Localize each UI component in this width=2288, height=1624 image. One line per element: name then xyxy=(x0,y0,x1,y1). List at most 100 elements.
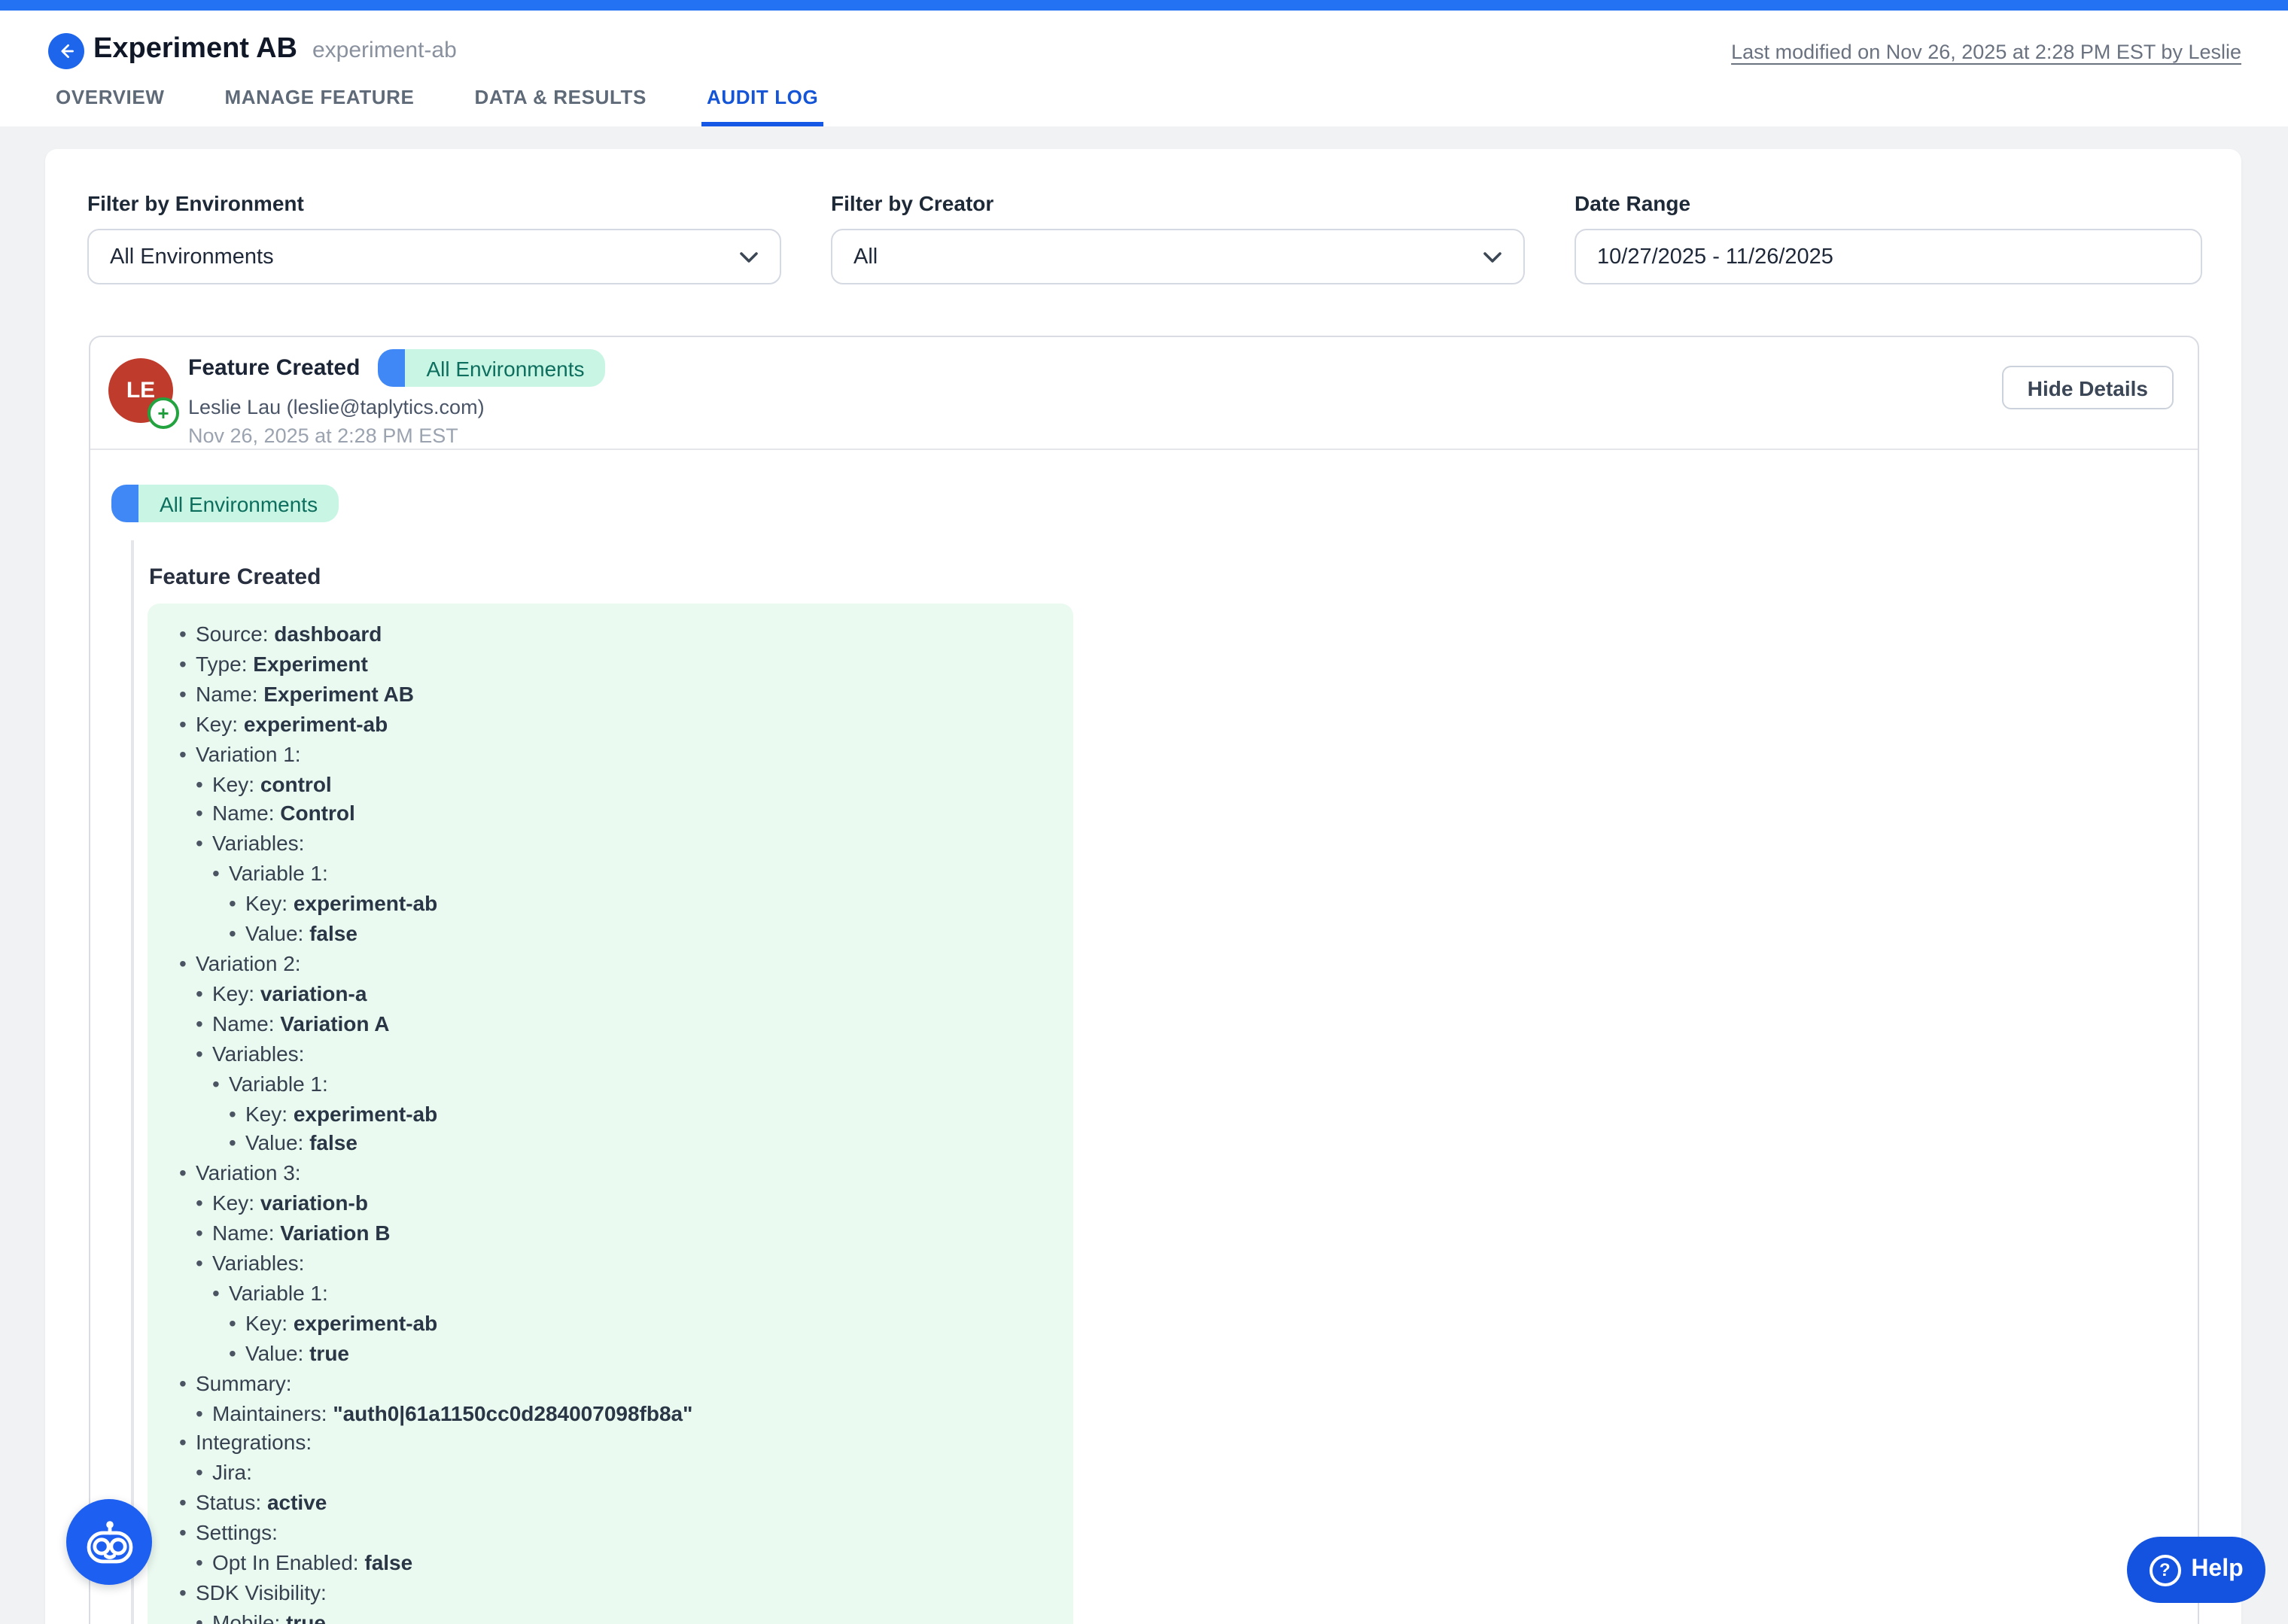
audit-list-item: Integrations:Jira: xyxy=(179,1429,1049,1489)
audit-item-label: Maintainers: xyxy=(212,1400,333,1425)
page-subtitle: experiment-ab xyxy=(312,38,457,63)
audit-list-item: Maintainers: "auth0|61a1150cc0d284007098… xyxy=(196,1399,1049,1429)
audit-item-value: false xyxy=(364,1550,412,1574)
audit-list-item: Value: false xyxy=(229,920,1049,950)
audit-sublist: Key: variation-bName: Variation BVariabl… xyxy=(196,1189,1049,1369)
top-accent-bar xyxy=(0,0,2288,11)
last-modified-link[interactable]: Last modified on Nov 26, 2025 at 2:28 PM… xyxy=(1731,41,2241,63)
audit-list-item: Jira: xyxy=(196,1459,1049,1489)
arrow-left-icon xyxy=(57,41,75,62)
audit-sublist: Variable 1:Key: experiment-abValue: true xyxy=(212,1279,1049,1369)
audit-item-value: experiment-ab xyxy=(294,1311,437,1335)
created-plus-icon: + xyxy=(148,397,179,429)
audit-list-item: Key: variation-a xyxy=(196,980,1049,1010)
tab-audit-log[interactable]: AUDIT LOG xyxy=(702,86,823,126)
audit-sublist: Key: experiment-ab Value: false xyxy=(229,890,1049,950)
audit-list-item: Variables:Variable 1:Key: experiment-abV… xyxy=(196,830,1049,950)
tab-overview[interactable]: OVERVIEW xyxy=(51,86,169,126)
help-button[interactable]: ? Help xyxy=(2127,1537,2265,1603)
audit-item-label: Value: xyxy=(245,1341,309,1365)
audit-list-item: Value: false xyxy=(229,1130,1049,1160)
filters-row: Filter by Environment All Environments F… xyxy=(45,149,2241,284)
audit-item-value: false xyxy=(309,921,358,945)
audit-list-item: Name: Experiment AB xyxy=(179,680,1049,710)
audit-item-value: control xyxy=(260,771,332,795)
environment-badge-notch xyxy=(111,485,138,522)
audit-list-item: Variable 1:Key: experiment-abValue: true xyxy=(212,1279,1049,1369)
audit-item-label: Key: xyxy=(245,1101,294,1125)
audit-list-item: SDK Visibility: Mobile: true xyxy=(179,1579,1049,1624)
title-row: Experiment AB experiment-ab xyxy=(93,33,457,66)
app-root: Experiment AB experiment-ab Last modifie… xyxy=(0,0,2288,1624)
audit-list-item: Settings: Opt In Enabled: false xyxy=(179,1519,1049,1579)
audit-item-value: variation-a xyxy=(260,981,367,1005)
entry-timestamp: Nov 26, 2025 at 2:28 PM EST xyxy=(188,424,2002,447)
audit-item-label: Summary: xyxy=(196,1370,292,1394)
audit-list-item: Status: active xyxy=(179,1489,1049,1519)
audit-list-item: Type: Experiment xyxy=(179,650,1049,680)
audit-item-label: Variation 2: xyxy=(196,951,301,975)
tab-manage-feature[interactable]: MANAGE FEATURE xyxy=(220,86,418,126)
environment-badge-notch xyxy=(378,349,405,387)
audit-log-panel: Filter by Environment All Environments F… xyxy=(45,149,2241,1624)
environment-select[interactable]: All Environments xyxy=(87,229,781,284)
audit-item-label: Key: xyxy=(212,771,260,795)
audit-item-label: Variation 1: xyxy=(196,741,301,765)
audit-list-item: Key: experiment-ab xyxy=(229,1099,1049,1130)
audit-item-value: true xyxy=(286,1610,326,1624)
audit-sublist: Variable 1:Key: experiment-abValue: fals… xyxy=(212,1069,1049,1159)
audit-item-label: SDK Visibility: xyxy=(196,1580,327,1604)
audit-sublist: Variable 1:Key: experiment-abValue: fals… xyxy=(212,860,1049,950)
date-range-input[interactable]: 10/27/2025 - 11/26/2025 xyxy=(1575,229,2202,284)
audit-item-label: Jira: xyxy=(212,1461,252,1485)
main-content: Filter by Environment All Environments F… xyxy=(0,126,2288,1624)
audit-sublist: Maintainers: "auth0|61a1150cc0d284007098… xyxy=(196,1399,1049,1429)
tab-bar: OVERVIEW MANAGE FEATURE DATA & RESULTS AUDI… xyxy=(51,86,823,126)
robot-icon xyxy=(84,1518,135,1566)
audit-entry-card: LE + Feature Created All Environments Le… xyxy=(89,336,2199,1624)
tab-data-results[interactable]: DATA & RESULTS xyxy=(470,86,651,126)
audit-item-value: dashboard xyxy=(274,622,382,646)
audit-item-value: experiment-ab xyxy=(294,891,437,915)
audit-item-label: Type: xyxy=(196,652,253,676)
audit-list-item: Variation 1:Key: controlName: ControlVar… xyxy=(179,740,1049,950)
filter-environment-label: Filter by Environment xyxy=(87,191,781,215)
audit-sublist: Key: variation-aName: Variation AVariabl… xyxy=(196,980,1049,1160)
audit-item-label: Key: xyxy=(196,711,244,735)
audit-item-label: Variables: xyxy=(212,1041,304,1065)
avatar: LE + xyxy=(108,358,173,423)
creator-select[interactable]: All xyxy=(831,229,1525,284)
audit-item-label: Mobile: xyxy=(212,1610,286,1624)
audit-list-item: Key: variation-b xyxy=(196,1189,1049,1219)
audit-item-label: Source: xyxy=(196,622,274,646)
audit-item-label: Settings: xyxy=(196,1520,278,1544)
audit-sublist: Key: control Name: ControlVariables:Varia… xyxy=(196,770,1049,950)
audit-item-value: variation-b xyxy=(260,1191,368,1215)
audit-list-item: Variable 1:Key: experiment-abValue: fals… xyxy=(212,860,1049,950)
audit-list-item: Value: true xyxy=(229,1340,1049,1370)
page-title: Experiment AB xyxy=(93,33,297,66)
audit-sublist: Mobile: true xyxy=(196,1609,1049,1624)
audit-list-item: Name: Control xyxy=(196,800,1049,830)
detail-environment-badge-label: All Environments xyxy=(138,485,339,522)
audit-list-item: Variation 2:Key: variation-aName: Variat… xyxy=(179,950,1049,1160)
audit-item-label: Key: xyxy=(245,891,294,915)
audit-sublist: Jira: xyxy=(196,1459,1049,1489)
audit-item-value: "auth0|61a1150cc0d284007098fb8a" xyxy=(333,1400,692,1425)
entry-title: Feature Created xyxy=(188,355,360,381)
date-range-label: Date Range xyxy=(1575,191,2202,215)
audit-item-value: true xyxy=(309,1341,349,1365)
help-button-label: Help xyxy=(2191,1556,2243,1583)
audit-item-label: Name: xyxy=(212,1221,280,1245)
audit-list-item: Mobile: true xyxy=(196,1609,1049,1624)
audit-list-item: Key: experiment-ab xyxy=(179,710,1049,740)
audit-list-item: Name: Variation A xyxy=(196,1010,1049,1040)
filter-creator: Filter by Creator All xyxy=(831,191,1525,284)
audit-item-value: Experiment xyxy=(253,652,368,676)
hide-details-button[interactable]: Hide Details xyxy=(2002,366,2174,409)
audit-item-value: false xyxy=(309,1131,358,1155)
audit-sublist: Key: experiment-abValue: false xyxy=(229,1099,1049,1160)
back-button[interactable] xyxy=(48,33,84,69)
assistant-fab[interactable] xyxy=(66,1499,152,1585)
audit-sublist: Opt In Enabled: false xyxy=(196,1549,1049,1579)
